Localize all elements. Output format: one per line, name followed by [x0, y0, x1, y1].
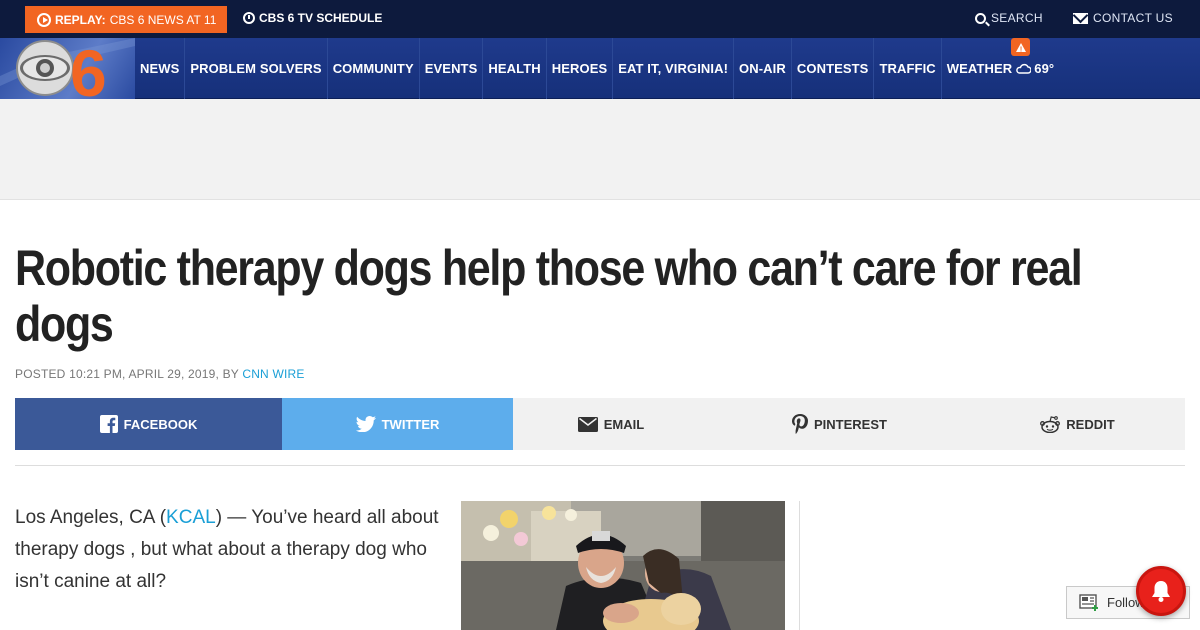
ad-banner-space [0, 99, 1200, 200]
share-twitter-label: TWITTER [381, 416, 440, 432]
article-lede: Los Angeles, CA (KCAL) — You’ve heard al… [15, 502, 440, 598]
contact-link[interactable]: CONTACT US [1073, 11, 1173, 25]
search-label: SEARCH [991, 11, 1043, 25]
nav-weather[interactable]: WEATHER 69° [942, 38, 1059, 99]
nav-community[interactable]: COMMUNITY [328, 38, 420, 99]
facebook-icon [99, 415, 118, 433]
weather-alert-badge[interactable]: ! [1011, 38, 1030, 56]
share-reddit-button[interactable]: REDDIT [970, 398, 1185, 450]
tv-schedule-label: CBS 6 TV SCHEDULE [259, 11, 383, 25]
sidebar-divider [799, 501, 800, 630]
share-divider [15, 465, 1185, 466]
article-headline: Robotic therapy dogs help those who can’… [15, 240, 1083, 352]
replay-button[interactable]: REPLAY: CBS 6 NEWS AT 11 [25, 6, 227, 33]
main-nav: 6 NEWS PROBLEM SOLVERS COMMUNITY EVENTS … [0, 38, 1200, 99]
clock-icon [243, 12, 255, 24]
svg-text:!: ! [1019, 46, 1021, 53]
nav-health[interactable]: HEALTH [483, 38, 547, 99]
envelope-icon [1073, 12, 1088, 24]
station-logo[interactable]: 6 [0, 38, 135, 99]
cbs6-logo-icon: 6 [0, 38, 135, 99]
nav-events[interactable]: EVENTS [420, 38, 484, 99]
replay-label: REPLAY: [55, 12, 106, 27]
warning-icon: ! [1015, 42, 1026, 53]
twitter-icon [355, 416, 376, 432]
share-twitter-button[interactable]: TWITTER [282, 398, 513, 450]
nav-on-air[interactable]: ON-AIR [734, 38, 792, 99]
lede-start: Los Angeles, CA ( [15, 507, 167, 528]
nav-contests[interactable]: CONTESTS [792, 38, 875, 99]
notification-bell-button[interactable] [1136, 566, 1186, 616]
reddit-icon [1040, 415, 1061, 433]
nav-problem-solvers[interactable]: PROBLEM SOLVERS [185, 38, 328, 99]
nav-heroes[interactable]: HEROES [547, 38, 614, 99]
article-photo-image [461, 501, 785, 630]
nav-eat-it-virginia[interactable]: EAT IT, VIRGINIA! [613, 38, 735, 99]
play-icon [37, 12, 51, 27]
share-bar: FACEBOOK TWITTER EMAIL PINTEREST REDDIT [15, 398, 1185, 450]
share-facebook-button[interactable]: FACEBOOK [15, 398, 282, 450]
search-link[interactable]: SEARCH [975, 11, 1043, 25]
nav-items: NEWS PROBLEM SOLVERS COMMUNITY EVENTS HE… [135, 38, 1059, 99]
contact-label: CONTACT US [1093, 11, 1173, 25]
article-photo[interactable] [461, 501, 785, 630]
nav-traffic[interactable]: TRAFFIC [874, 38, 942, 99]
search-icon [975, 12, 986, 24]
share-reddit-label: REDDIT [1066, 416, 1115, 432]
top-utility-bar: REPLAY: CBS 6 NEWS AT 11 CBS 6 TV SCHEDU… [0, 0, 1200, 38]
byline-author-link[interactable]: CNN WIRE [242, 367, 304, 381]
nav-news[interactable]: NEWS [135, 38, 186, 99]
share-facebook-label: FACEBOOK [123, 416, 198, 432]
pinterest-icon [792, 414, 809, 434]
tv-schedule-link[interactable]: CBS 6 TV SCHEDULE [243, 11, 382, 25]
byline-posted: POSTED 10:21 PM, APRIL 29, 2019, BY [15, 367, 243, 381]
share-pinterest-label: PINTEREST [814, 416, 887, 432]
share-email-label: EMAIL [603, 416, 645, 432]
weather-label: WEATHER [946, 61, 1013, 76]
weather-temp: 69° [1034, 61, 1055, 76]
bell-icon [1152, 581, 1170, 602]
article-byline: POSTED 10:21 PM, APRIL 29, 2019, BY CNN … [15, 367, 305, 381]
kcal-link[interactable]: KCAL [166, 507, 216, 528]
replay-text: CBS 6 NEWS AT 11 [109, 12, 217, 27]
share-pinterest-button[interactable]: PINTEREST [709, 398, 970, 450]
share-email-button[interactable]: EMAIL [513, 398, 709, 450]
cloud-icon [1016, 63, 1032, 74]
logo-number: 6 [70, 38, 107, 99]
follow-feed-icon [1079, 593, 1098, 611]
email-icon [577, 416, 598, 432]
